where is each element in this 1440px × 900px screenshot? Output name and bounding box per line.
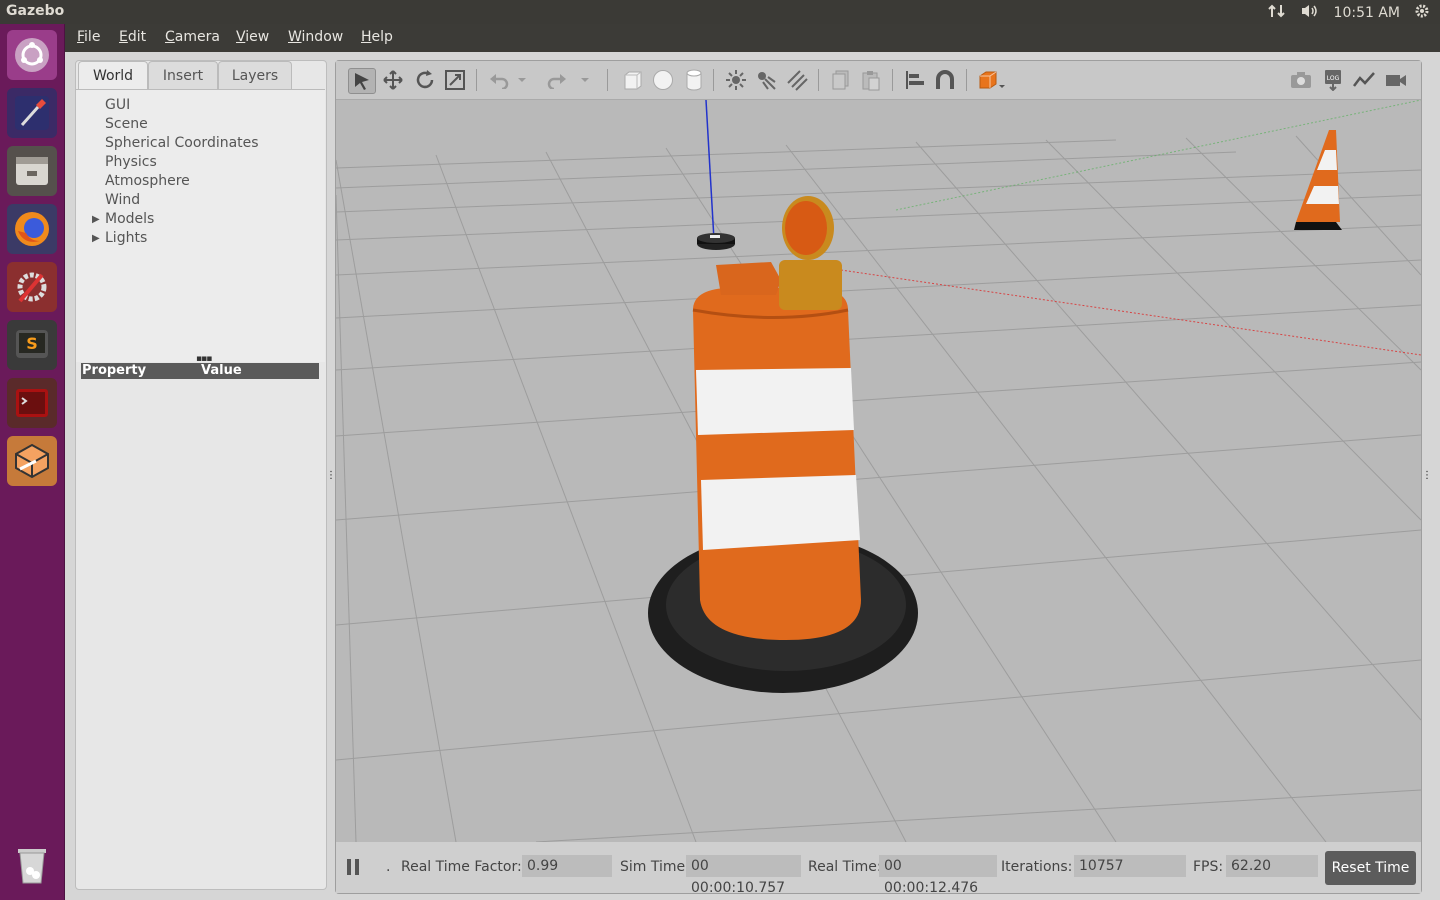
tree-item-atmosphere[interactable]: Atmosphere — [105, 173, 190, 189]
tree-item-lights[interactable]: Lights — [105, 230, 147, 246]
menu-view[interactable]: View — [236, 29, 269, 45]
right-panel-collapse-handle[interactable]: ⋮ — [1422, 470, 1432, 481]
svg-text:LOG: LOG — [1327, 75, 1340, 82]
network-icon[interactable] — [1267, 3, 1286, 23]
value-column-header: Value — [201, 363, 242, 378]
menu-window[interactable]: Window — [288, 29, 343, 45]
scene-panel: LOG . Real Time Factor: 0.99 Sim Time: 0… — [335, 60, 1422, 896]
expand-arrow-icon[interactable]: ▶ — [92, 233, 100, 244]
tree-item-models[interactable]: Models — [105, 211, 154, 227]
redo-icon[interactable] — [544, 68, 570, 92]
video-record-icon[interactable] — [1383, 68, 1409, 92]
toolbar-separator — [966, 69, 967, 91]
pause-icon[interactable] — [346, 858, 360, 876]
real-time-factor-value: 0.99 — [522, 855, 612, 877]
toolbar-separator — [476, 69, 477, 91]
fps-label: FPS: — [1193, 859, 1224, 875]
firefox-icon[interactable] — [7, 204, 57, 254]
expand-arrow-icon[interactable]: ▶ — [92, 214, 100, 225]
terminal-icon[interactable] — [7, 378, 57, 428]
property-column-header: Property — [82, 363, 147, 378]
toolbar-separator — [892, 69, 893, 91]
menu-help[interactable]: Help — [361, 29, 393, 45]
screenshot-camera-icon[interactable] — [1288, 68, 1314, 92]
property-table-header: Property Value — [81, 363, 319, 379]
step-indicator: . — [386, 859, 391, 875]
gazebo-window: File Edit Camera View Window Help World … — [65, 24, 1440, 900]
menu-edit[interactable]: Edit — [119, 29, 146, 45]
real-time-factor-label: Real Time Factor: — [401, 859, 522, 875]
toolbar-separator — [713, 69, 714, 91]
menu-file[interactable]: File — [77, 29, 100, 45]
system-settings-icon[interactable] — [7, 262, 57, 312]
undo-icon[interactable] — [486, 68, 512, 92]
tab-world[interactable]: World — [78, 61, 148, 90]
status-bar: . Real Time Factor: 0.99 Sim Time: 00 00… — [336, 843, 1421, 896]
reset-time-button[interactable]: Reset Time — [1325, 851, 1416, 885]
menu-bar: File Edit Camera View Window Help — [65, 24, 1440, 52]
ubuntu-dash-icon[interactable] — [7, 30, 57, 80]
sublime-text-icon[interactable]: S — [7, 320, 57, 370]
real-time-label: Real Time: — [808, 859, 882, 875]
system-top-bar: Gazebo 10:51 AM — [0, 0, 1440, 24]
translate-mode-icon[interactable] — [380, 68, 406, 92]
fps-value: 62.20 — [1226, 855, 1318, 877]
spot-light-icon[interactable] — [753, 68, 779, 92]
menu-camera[interactable]: Camera — [165, 29, 220, 45]
toolbar-separator — [607, 69, 608, 91]
align-icon[interactable] — [902, 68, 928, 92]
iterations-label: Iterations: — [1001, 859, 1073, 875]
trash-icon[interactable] — [7, 840, 57, 890]
real-time-value: 00 00:00:12.476 — [879, 855, 997, 896]
tree-item-physics[interactable]: Physics — [105, 154, 157, 170]
point-light-icon[interactable] — [723, 68, 749, 92]
scene-render — [336, 100, 1421, 842]
plot-icon[interactable] — [1351, 68, 1377, 92]
directional-light-icon[interactable] — [784, 68, 810, 92]
toolbar: LOG — [336, 61, 1421, 100]
gazebo-icon[interactable] — [7, 436, 57, 486]
view-angle-icon[interactable] — [976, 68, 1008, 92]
copy-icon[interactable] — [828, 68, 854, 92]
undo-history-dropdown-icon[interactable] — [516, 68, 528, 92]
launcher: S — [0, 24, 65, 900]
world-tree: GUI Scene Spherical Coordinates Physics … — [76, 89, 325, 362]
iterations-value: 10757 — [1074, 855, 1186, 877]
tree-item-scene[interactable]: Scene — [105, 116, 148, 132]
volume-icon[interactable] — [1300, 3, 1320, 23]
left-panel: World Insert Layers GUI Scene Spherical … — [75, 60, 327, 890]
sphere-shape-icon[interactable] — [650, 68, 676, 92]
tree-item-gui[interactable]: GUI — [105, 97, 130, 113]
tree-item-wind[interactable]: Wind — [105, 192, 140, 208]
box-shape-icon[interactable] — [619, 68, 645, 92]
sim-time-label: Sim Time: — [620, 859, 690, 875]
svg-text:S: S — [26, 334, 38, 353]
tab-insert[interactable]: Insert — [148, 61, 218, 90]
toolbar-separator — [818, 69, 819, 91]
small-marker-model[interactable] — [697, 233, 735, 250]
cylinder-shape-icon[interactable] — [681, 68, 707, 92]
sim-time-value: 00 00:00:10.757 — [686, 855, 801, 896]
scale-mode-icon[interactable] — [442, 68, 468, 92]
gear-icon[interactable] — [1414, 3, 1430, 23]
file-manager-icon[interactable] — [7, 146, 57, 196]
snap-magnet-icon[interactable] — [932, 68, 958, 92]
tab-layers[interactable]: Layers — [218, 61, 292, 90]
scene-viewport[interactable] — [336, 100, 1421, 842]
paste-icon[interactable] — [858, 68, 884, 92]
select-mode-icon[interactable] — [348, 68, 376, 94]
log-icon[interactable]: LOG — [1320, 68, 1346, 92]
app-title: Gazebo — [6, 3, 65, 19]
rotate-mode-icon[interactable] — [412, 68, 438, 92]
color-picker-icon[interactable] — [7, 88, 57, 138]
clock[interactable]: 10:51 AM — [1334, 5, 1400, 21]
tree-item-spherical-coordinates[interactable]: Spherical Coordinates — [105, 135, 259, 151]
redo-history-dropdown-icon[interactable] — [579, 68, 591, 92]
